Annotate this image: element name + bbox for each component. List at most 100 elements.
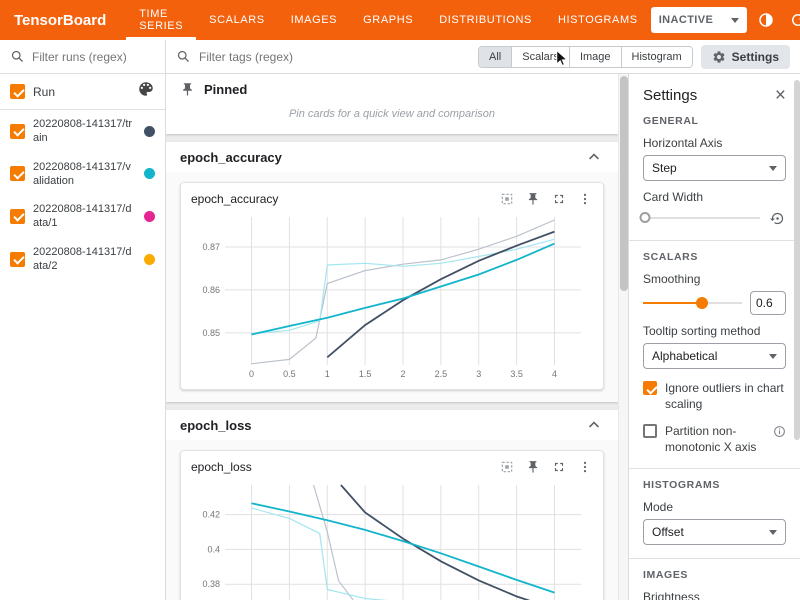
settings-button[interactable]: Settings	[701, 45, 790, 69]
run-row[interactable]: 20220808-141317/validation	[0, 153, 165, 196]
run-row[interactable]: 20220808-141317/train	[0, 110, 165, 153]
smoothing-row	[643, 291, 786, 315]
partition-x-axis-row[interactable]: Partition non-monotonic X axis	[643, 424, 786, 455]
fit-to-domain-icon[interactable]	[499, 459, 515, 475]
fit-to-domain-icon[interactable]	[499, 191, 515, 207]
main-scrollbar[interactable]	[618, 74, 628, 600]
run-checkbox[interactable]	[10, 124, 25, 139]
pinned-block: Pinned Pin cards for a quick view and co…	[166, 74, 618, 134]
scrollbar-thumb[interactable]	[620, 76, 628, 291]
card-title: epoch_loss	[191, 460, 499, 474]
section-title: epoch_loss	[180, 418, 584, 433]
search-icon	[176, 49, 191, 64]
chevron-up-icon[interactable]	[584, 147, 604, 167]
settings-panel-title: Settings	[643, 87, 775, 104]
runs-filter-input[interactable]	[32, 50, 155, 64]
filter-histogram-button[interactable]: Histogram	[621, 47, 692, 67]
svg-text:0.86: 0.86	[202, 285, 220, 295]
settings-panel: Settings × GENERAL Horizontal Axis Step …	[628, 74, 800, 600]
pin-icon[interactable]	[525, 459, 541, 475]
palette-icon[interactable]	[137, 80, 155, 103]
run-name: 20220808-141317/data/2	[33, 245, 136, 274]
settings-scrollbar-thumb[interactable]	[794, 80, 800, 440]
svg-text:3.5: 3.5	[510, 369, 523, 379]
settings-button-label: Settings	[732, 50, 779, 64]
svg-text:0.4: 0.4	[207, 544, 220, 554]
run-checkbox[interactable]	[10, 166, 25, 181]
ignore-outliers-row[interactable]: Ignore outliers in chart scaling	[643, 381, 786, 412]
fullscreen-icon[interactable]	[551, 191, 567, 207]
fullscreen-icon[interactable]	[551, 459, 567, 475]
select-all-runs-checkbox[interactable]	[10, 84, 25, 99]
filter-scalars-button[interactable]: Scalars	[511, 47, 569, 67]
run-name: 20220808-141317/validation	[33, 160, 136, 189]
run-checkbox[interactable]	[10, 252, 25, 267]
filter-all-button[interactable]: All	[479, 47, 511, 67]
contrast-toggle-icon[interactable]	[753, 7, 779, 33]
search-icon	[10, 49, 25, 64]
reset-icon[interactable]	[768, 209, 786, 227]
app-body: Run 20220808-141317/train 20220808-14131…	[0, 40, 800, 600]
chevron-up-icon[interactable]	[584, 415, 604, 435]
histogram-mode-label: Mode	[643, 500, 786, 514]
ignore-outliers-checkbox[interactable]	[643, 381, 657, 395]
card-width-slider[interactable]	[643, 211, 760, 225]
tab-histograms[interactable]: HISTOGRAMS	[545, 0, 651, 40]
partition-x-axis-label: Partition non-monotonic X axis	[665, 424, 765, 455]
chevron-down-icon	[731, 18, 739, 23]
tags-filter-input[interactable]	[199, 50, 470, 64]
more-options-icon[interactable]	[577, 459, 593, 475]
runs-header-label: Run	[33, 85, 129, 99]
run-row[interactable]: 20220808-141317/data/1	[0, 195, 165, 238]
smoothing-slider[interactable]	[643, 296, 742, 310]
main-nav: TIME SERIES SCALARS IMAGES GRAPHS DISTRI…	[126, 0, 650, 40]
section-header[interactable]: epoch_accuracy	[166, 142, 618, 172]
horizontal-axis-select[interactable]: Step	[643, 155, 786, 181]
epoch-loss-chart[interactable]: 00.511.522.533.540.360.380.40.42	[191, 477, 591, 600]
smoothing-input[interactable]	[750, 291, 786, 315]
info-icon[interactable]	[773, 425, 786, 438]
filter-image-button[interactable]: Image	[569, 47, 621, 67]
tab-distributions[interactable]: DISTRIBUTIONS	[426, 0, 545, 40]
divider	[629, 468, 800, 469]
svg-text:0.42: 0.42	[202, 510, 220, 520]
svg-text:0.38: 0.38	[202, 579, 220, 589]
section-body: epoch_loss 00.511.522.533.540.360.380.40…	[166, 440, 618, 600]
tooltip-sorting-value: Alphabetical	[652, 349, 717, 363]
pin-icon[interactable]	[525, 191, 541, 207]
refresh-icon[interactable]	[785, 7, 800, 33]
run-name: 20220808-141317/data/1	[33, 202, 136, 231]
pin-icon	[180, 82, 195, 97]
chevron-down-icon	[769, 166, 777, 171]
close-icon[interactable]: ×	[775, 86, 786, 105]
more-options-icon[interactable]	[577, 191, 593, 207]
scalars-heading: SCALARS	[643, 251, 786, 263]
svg-text:1.5: 1.5	[359, 369, 372, 379]
runs-sidebar: Run 20220808-141317/train 20220808-14131…	[0, 40, 166, 600]
tab-time-series[interactable]: TIME SERIES	[126, 0, 196, 40]
run-color-dot	[144, 254, 155, 265]
ignore-outliers-label: Ignore outliers in chart scaling	[665, 381, 786, 412]
section-epoch-accuracy: epoch_accuracy epoch_accuracy	[166, 142, 618, 402]
histogram-mode-select[interactable]: Offset	[643, 519, 786, 545]
settings-panel-header: Settings ×	[643, 86, 786, 105]
data-status-dropdown[interactable]: INACTIVE	[651, 7, 748, 33]
card-width-label: Card Width	[643, 190, 786, 204]
card-toolbar	[499, 191, 593, 207]
tab-graphs[interactable]: GRAPHS	[350, 0, 426, 40]
partition-x-axis-checkbox[interactable]	[643, 424, 657, 438]
divider	[629, 240, 800, 241]
section-header[interactable]: epoch_loss	[166, 410, 618, 440]
run-name: 20220808-141317/train	[33, 117, 136, 146]
tooltip-sorting-select[interactable]: Alphabetical	[643, 343, 786, 369]
pinned-empty-message: Pin cards for a quick view and compariso…	[166, 104, 618, 134]
tab-scalars[interactable]: SCALARS	[196, 0, 278, 40]
epoch-accuracy-chart[interactable]: 00.511.522.533.540.850.860.87	[191, 209, 591, 381]
tab-images[interactable]: IMAGES	[278, 0, 350, 40]
card-width-row	[643, 209, 786, 227]
run-checkbox[interactable]	[10, 209, 25, 224]
run-row[interactable]: 20220808-141317/data/2	[0, 238, 165, 281]
histograms-heading: HISTOGRAMS	[643, 479, 786, 491]
section-body: epoch_accuracy 00.511.522.533.540.850.86…	[166, 172, 618, 402]
images-heading: IMAGES	[643, 569, 786, 581]
